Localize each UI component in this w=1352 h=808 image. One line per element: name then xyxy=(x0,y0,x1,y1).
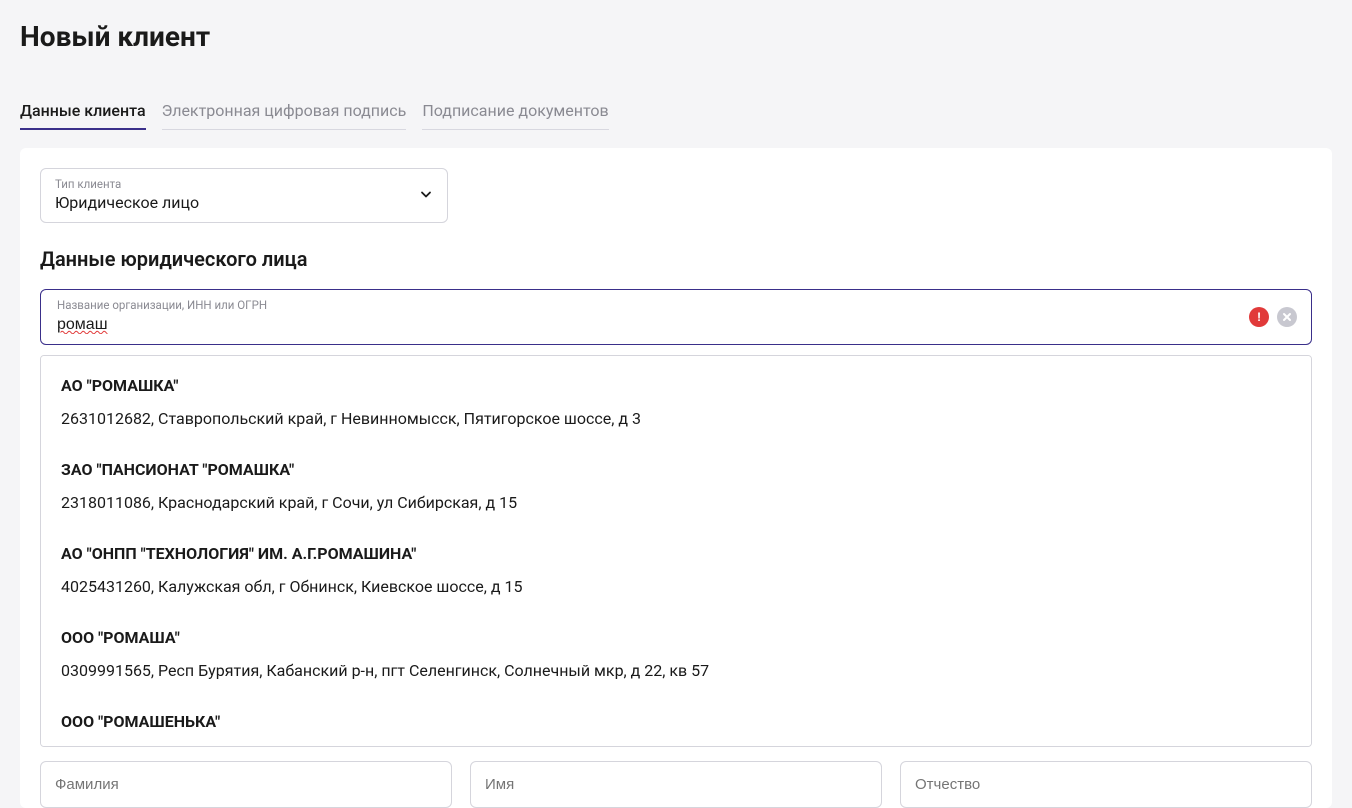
suggestion-item[interactable]: ООО "РОМАШЕНЬКА" xyxy=(41,712,1311,747)
patronymic-field[interactable] xyxy=(900,761,1312,808)
alert-icon: ! xyxy=(1249,307,1269,327)
firstname-field[interactable] xyxy=(470,761,882,808)
search-icons: ! xyxy=(1249,307,1297,327)
suggestion-sub: 2631012682, Ставропольский край, г Невин… xyxy=(61,409,1291,428)
client-type-value: Юридическое лицо xyxy=(55,193,199,212)
surname-field[interactable] xyxy=(40,761,452,808)
tab-digital-signature[interactable]: Электронная цифровая подпись xyxy=(162,101,407,130)
suggestion-sub: 4025431260, Калужская обл, г Обнинск, Ки… xyxy=(61,577,1291,596)
suggestion-item[interactable]: ООО "РОМАША" 0309991565, Респ Бурятия, К… xyxy=(41,628,1311,712)
page-title: Новый клиент xyxy=(20,20,1332,53)
suggestion-sub: 2318011086, Краснодарский край, г Сочи, … xyxy=(61,493,1291,512)
org-search-label: Название организации, ИНН или ОГРН xyxy=(57,298,1261,312)
suggestion-title: ООО "РОМАША" xyxy=(61,628,1291,647)
suggestion-title: ООО "РОМАШЕНЬКА" xyxy=(61,712,1291,731)
suggestion-item[interactable]: АО "ОНПП "ТЕХНОЛОГИЯ" ИМ. А.Г.РОМАШИНА" … xyxy=(41,544,1311,628)
tabs-row: Данные клиента Электронная цифровая подп… xyxy=(20,101,1332,130)
tab-client-data[interactable]: Данные клиента xyxy=(20,101,146,130)
client-type-label: Тип клиента xyxy=(55,177,433,191)
suggestion-title: ЗАО "ПАНСИОНАТ "РОМАШКА" xyxy=(61,460,1291,479)
suggestion-item[interactable]: ЗАО "ПАНСИОНАТ "РОМАШКА" 2318011086, Кра… xyxy=(41,460,1311,544)
form-card: Тип клиента Юридическое лицо Данные юрид… xyxy=(20,148,1332,808)
suggestion-title: АО "РОМАШКА" xyxy=(61,376,1291,395)
name-fields-row xyxy=(40,761,1312,808)
suggestion-sub: 0309991565, Респ Бурятия, Кабанский р-н,… xyxy=(61,661,1291,680)
chevron-down-icon xyxy=(419,186,433,205)
org-search-field[interactable]: Название организации, ИНН или ОГРН ! xyxy=(40,289,1312,345)
suggestions-dropdown[interactable]: АО "РОМАШКА" 2631012682, Ставропольский … xyxy=(40,355,1312,747)
tab-document-signing[interactable]: Подписание документов xyxy=(422,101,608,130)
suggestion-item[interactable]: АО "РОМАШКА" 2631012682, Ставропольский … xyxy=(41,376,1311,460)
org-search-input[interactable] xyxy=(57,316,1261,334)
suggestion-title: АО "ОНПП "ТЕХНОЛОГИЯ" ИМ. А.Г.РОМАШИНА" xyxy=(61,544,1291,563)
clear-icon[interactable] xyxy=(1277,307,1297,327)
client-type-select[interactable]: Тип клиента Юридическое лицо xyxy=(40,168,448,223)
section-title-legal-entity: Данные юридического лица xyxy=(40,247,1312,271)
